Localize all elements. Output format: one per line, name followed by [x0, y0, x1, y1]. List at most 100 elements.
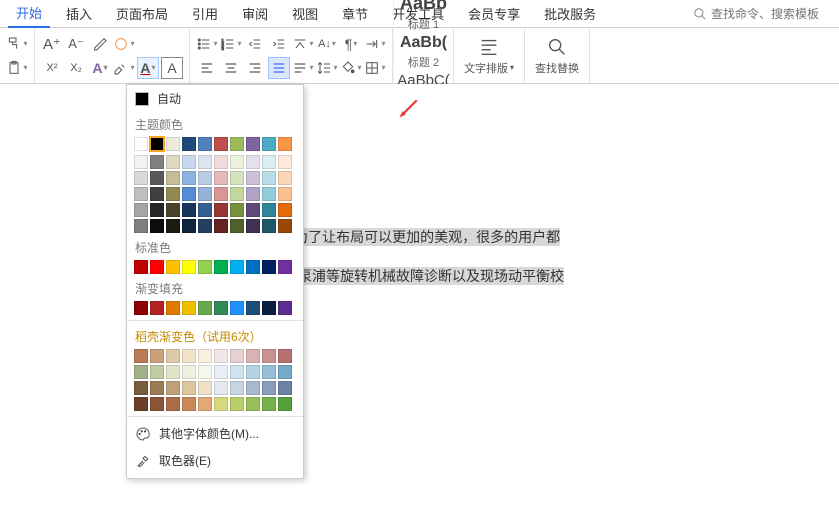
- justify-button[interactable]: [268, 57, 290, 79]
- color-swatch[interactable]: [214, 397, 228, 411]
- color-swatch[interactable]: [134, 365, 148, 379]
- color-swatch[interactable]: [230, 203, 244, 217]
- color-swatch[interactable]: [278, 187, 292, 201]
- color-swatch[interactable]: [182, 365, 196, 379]
- color-swatch[interactable]: [182, 397, 196, 411]
- color-swatch[interactable]: [246, 187, 260, 201]
- color-swatch[interactable]: [198, 219, 212, 233]
- color-swatch[interactable]: [230, 219, 244, 233]
- superscript-button[interactable]: X²: [41, 57, 63, 79]
- color-swatch[interactable]: [214, 301, 228, 315]
- find-replace-button[interactable]: 查找替换: [525, 28, 590, 83]
- align-right-button[interactable]: [244, 57, 266, 79]
- color-swatch[interactable]: [150, 187, 164, 201]
- color-swatch[interactable]: [198, 365, 212, 379]
- color-swatch[interactable]: [278, 397, 292, 411]
- color-swatch[interactable]: [230, 171, 244, 185]
- tab-correction[interactable]: 批改服务: [536, 0, 604, 27]
- color-swatch[interactable]: [246, 137, 260, 151]
- shading-button[interactable]: [340, 57, 362, 79]
- color-swatch[interactable]: [182, 260, 196, 274]
- color-swatch[interactable]: [134, 260, 148, 274]
- color-swatch[interactable]: [230, 381, 244, 395]
- character-border-button[interactable]: A: [161, 57, 183, 79]
- color-swatch[interactable]: [182, 137, 196, 151]
- color-swatch[interactable]: [246, 397, 260, 411]
- color-swatch[interactable]: [134, 219, 148, 233]
- color-swatch[interactable]: [230, 137, 244, 151]
- color-swatch[interactable]: [278, 301, 292, 315]
- color-swatch[interactable]: [214, 137, 228, 151]
- color-swatch[interactable]: [166, 171, 180, 185]
- color-swatch[interactable]: [230, 260, 244, 274]
- color-swatch[interactable]: [262, 203, 276, 217]
- color-swatch[interactable]: [198, 155, 212, 169]
- text-effects-button[interactable]: A: [89, 57, 111, 79]
- text-layout-button[interactable]: 文字排版▾: [454, 28, 525, 83]
- clear-format-button[interactable]: [89, 33, 111, 55]
- color-auto[interactable]: 自动: [127, 85, 303, 112]
- color-swatch[interactable]: [278, 365, 292, 379]
- color-swatch[interactable]: [182, 187, 196, 201]
- color-swatch[interactable]: [198, 203, 212, 217]
- color-swatch[interactable]: [214, 155, 228, 169]
- style-heading2[interactable]: AaBb(标题 2: [393, 34, 453, 70]
- color-swatch[interactable]: [150, 260, 164, 274]
- color-swatch[interactable]: [262, 219, 276, 233]
- color-swatch[interactable]: [262, 137, 276, 151]
- color-swatch[interactable]: [214, 203, 228, 217]
- color-swatch[interactable]: [198, 301, 212, 315]
- color-swatch[interactable]: [150, 219, 164, 233]
- color-swatch[interactable]: [166, 219, 180, 233]
- color-swatch[interactable]: [246, 155, 260, 169]
- color-swatch[interactable]: [278, 349, 292, 363]
- grow-font-button[interactable]: A⁺: [41, 33, 63, 55]
- color-swatch[interactable]: [214, 187, 228, 201]
- color-swatch[interactable]: [182, 219, 196, 233]
- color-swatch[interactable]: [166, 260, 180, 274]
- subscript-button[interactable]: X₂: [65, 57, 87, 79]
- more-colors[interactable]: 其他字体颜色(M)...: [127, 420, 303, 447]
- color-swatch[interactable]: [198, 349, 212, 363]
- highlight-button[interactable]: [113, 57, 135, 79]
- eyedropper[interactable]: 取色器(E): [127, 447, 303, 474]
- tab-insert[interactable]: 插入: [58, 0, 100, 27]
- paste-button[interactable]: [6, 57, 28, 79]
- color-swatch[interactable]: [166, 203, 180, 217]
- color-swatch[interactable]: [182, 301, 196, 315]
- paragraph-mark-button[interactable]: ¶: [340, 33, 362, 55]
- color-swatch[interactable]: [230, 349, 244, 363]
- command-search-input[interactable]: [711, 7, 831, 21]
- color-swatch[interactable]: [150, 397, 164, 411]
- color-swatch[interactable]: [246, 203, 260, 217]
- color-swatch[interactable]: [198, 137, 212, 151]
- color-swatch[interactable]: [134, 397, 148, 411]
- tab-view[interactable]: 视图: [284, 0, 326, 27]
- color-swatch[interactable]: [262, 171, 276, 185]
- color-swatch[interactable]: [166, 349, 180, 363]
- color-swatch[interactable]: [182, 203, 196, 217]
- color-swatch[interactable]: [246, 171, 260, 185]
- align-left-button[interactable]: [196, 57, 218, 79]
- color-swatch[interactable]: [166, 381, 180, 395]
- color-swatch[interactable]: [150, 203, 164, 217]
- color-swatch[interactable]: [150, 155, 164, 169]
- color-swatch[interactable]: [198, 397, 212, 411]
- color-swatch[interactable]: [262, 301, 276, 315]
- color-swatch[interactable]: [214, 171, 228, 185]
- color-swatch[interactable]: [150, 349, 164, 363]
- style-heading1[interactable]: AaBb标题 1: [393, 0, 453, 32]
- color-swatch[interactable]: [246, 349, 260, 363]
- borders-button[interactable]: [364, 57, 386, 79]
- color-swatch[interactable]: [166, 365, 180, 379]
- color-swatch[interactable]: [166, 155, 180, 169]
- color-swatch[interactable]: [150, 171, 164, 185]
- color-swatch[interactable]: [166, 187, 180, 201]
- color-swatch[interactable]: [278, 155, 292, 169]
- phonetic-guide-button[interactable]: [292, 33, 314, 55]
- color-swatch[interactable]: [182, 171, 196, 185]
- color-swatch[interactable]: [134, 171, 148, 185]
- tab-member[interactable]: 会员专享: [460, 0, 528, 27]
- color-swatch[interactable]: [230, 397, 244, 411]
- color-swatch[interactable]: [150, 137, 164, 151]
